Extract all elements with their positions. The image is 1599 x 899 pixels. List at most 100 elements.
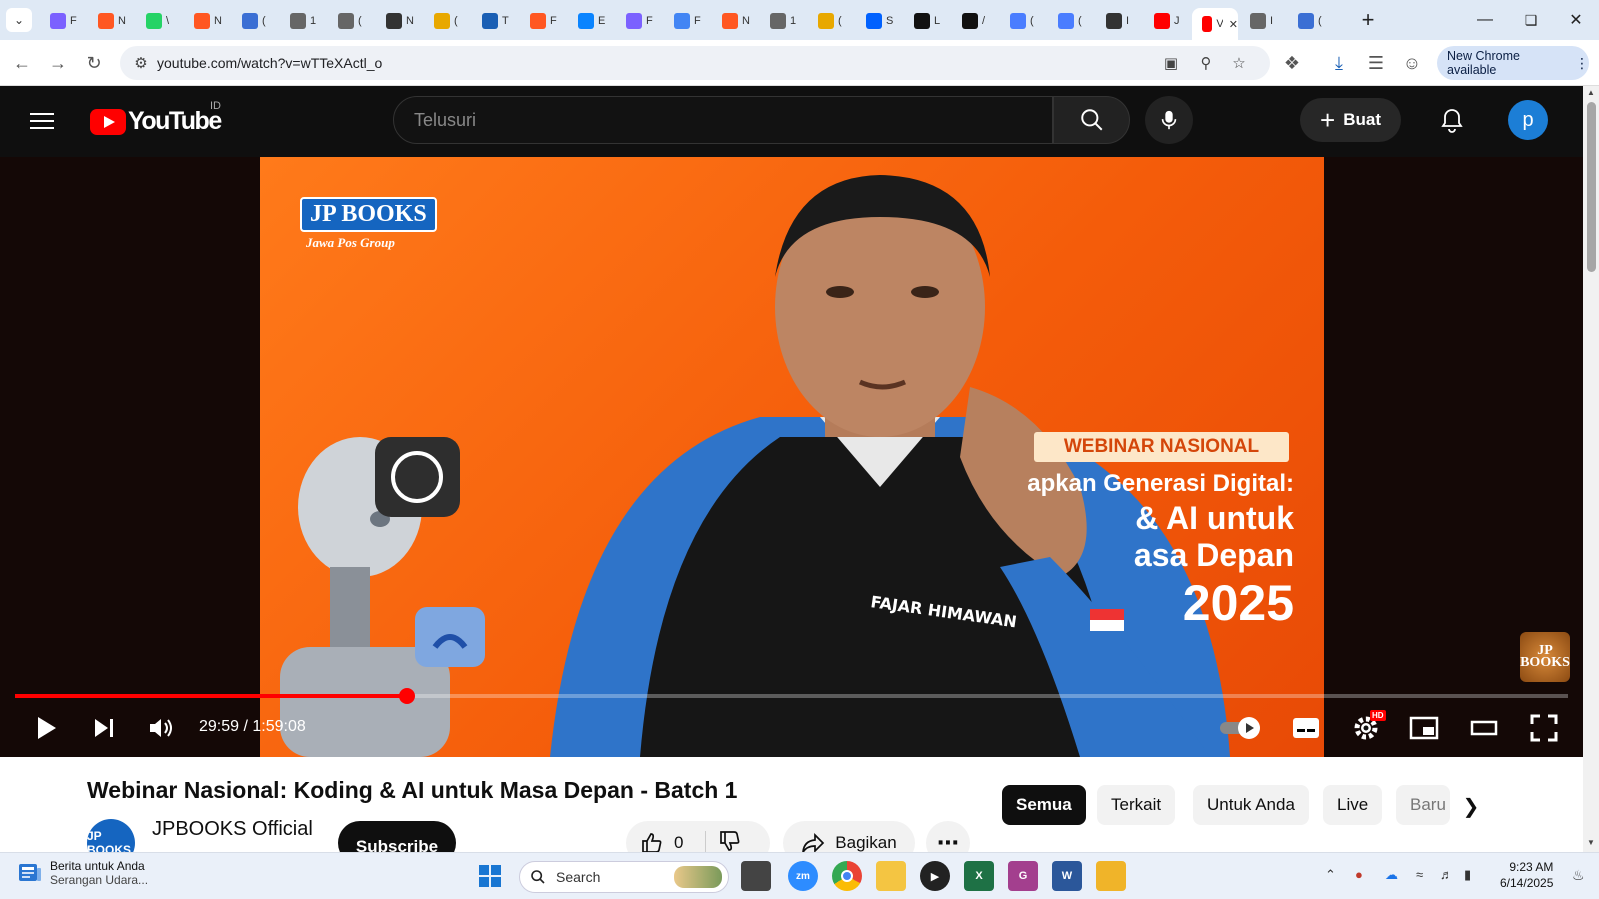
minimize-button[interactable]: — [1462, 0, 1508, 40]
create-button[interactable]: + Buat [1300, 98, 1401, 142]
close-window-button[interactable]: ✕ [1553, 0, 1599, 40]
file-explorer-icon[interactable] [876, 861, 906, 891]
search-button[interactable] [1053, 96, 1130, 144]
notification-bell-icon[interactable]: ♨ [1572, 867, 1585, 884]
task-view-icon[interactable] [741, 861, 771, 891]
browser-tab[interactable]: \ [136, 8, 182, 34]
pdf-app-icon[interactable]: G [1008, 861, 1038, 891]
scrubber-handle[interactable] [399, 688, 416, 704]
onedrive-icon[interactable]: ☁ [1385, 867, 1398, 883]
security-alert-icon[interactable]: ● [1355, 867, 1363, 882]
chip-baru[interactable]: Baru [1396, 785, 1450, 825]
fullscreen-button[interactable] [1526, 710, 1562, 746]
media-player-icon[interactable]: ▶ [920, 861, 950, 891]
browser-tab[interactable]: I [1240, 8, 1286, 34]
browser-tab[interactable]: I [1096, 8, 1142, 34]
address-bar[interactable]: ⚙ youtube.com/watch?v=wTTeXActl_o ▣ ⚲ ☆ [120, 46, 1270, 80]
scroll-up-arrow-icon[interactable]: ▲ [1587, 88, 1595, 97]
scroll-down-arrow-icon[interactable]: ▼ [1587, 838, 1595, 847]
reload-button[interactable]: ↻ [80, 49, 108, 77]
media-control-icon[interactable]: ☰ [1362, 49, 1390, 77]
settings-button[interactable]: HD [1346, 710, 1386, 746]
autoplay-toggle[interactable] [1218, 710, 1266, 746]
profile-icon[interactable]: ☺ [1398, 49, 1426, 77]
browser-tab[interactable]: F [520, 8, 566, 34]
browser-tab[interactable]: T [472, 8, 518, 34]
browser-tab[interactable]: ( [1000, 8, 1046, 34]
download-icon[interactable]: ⤓ [1325, 49, 1353, 77]
scrollbar-thumb[interactable] [1587, 102, 1596, 272]
search-input[interactable]: Telusuri [393, 96, 1053, 144]
chip-semua[interactable]: Semua [1002, 785, 1086, 825]
browser-tab[interactable]: ( [424, 8, 470, 34]
forward-button[interactable]: → [44, 49, 72, 77]
browser-tab[interactable]: S [856, 8, 902, 34]
browser-tab[interactable]: V ✕ [1192, 8, 1238, 40]
browser-tab[interactable]: / [952, 8, 998, 34]
wifi-icon[interactable]: ≈ [1416, 867, 1423, 882]
tab-search-dropdown[interactable]: ⌄ [6, 8, 32, 32]
next-button[interactable] [86, 710, 122, 746]
voice-search-button[interactable] [1145, 96, 1193, 144]
maximize-button[interactable]: ❏ [1508, 0, 1554, 40]
browser-tab[interactable]: L [904, 8, 950, 34]
zoom-app-icon[interactable]: zm [788, 861, 818, 891]
account-avatar[interactable]: p [1508, 100, 1548, 140]
video-frame[interactable]: JP BOOKS Jawa Pos Group FAJAR HIMAWAN WE… [260, 157, 1324, 757]
excel-app-icon[interactable]: X [964, 861, 994, 891]
volume-tray-icon[interactable]: ♬ [1440, 867, 1453, 882]
browser-tab[interactable]: F [664, 8, 710, 34]
browser-tab[interactable]: 1 [760, 8, 806, 34]
video-player[interactable]: JP BOOKS Jawa Pos Group FAJAR HIMAWAN WE… [0, 157, 1583, 757]
news-widget[interactable]: Berita untuk Anda Serangan Udara... [18, 859, 148, 887]
miniplayer-button[interactable] [1406, 710, 1442, 746]
browser-tab[interactable]: ( [232, 8, 278, 34]
new-chrome-available-button[interactable]: New Chrome available ⋮ [1437, 46, 1589, 80]
tray-overflow-icon[interactable]: ⌃ [1325, 867, 1336, 883]
install-app-icon[interactable]: ▣ [1160, 52, 1182, 74]
chip-live[interactable]: Live [1323, 785, 1383, 825]
notifications-bell-icon[interactable] [1437, 106, 1467, 136]
notes-app-icon[interactable] [1096, 861, 1126, 891]
chevron-right-icon[interactable]: ❯ [1456, 791, 1486, 821]
browser-tab[interactable]: F [616, 8, 662, 34]
windows-start-icon[interactable] [478, 864, 502, 888]
progress-bar[interactable] [15, 688, 1568, 704]
channel-watermark[interactable]: JP BOOKS [1520, 632, 1570, 682]
close-tab-icon[interactable]: ✕ [1229, 18, 1238, 31]
channel-name[interactable]: JPBOOKS Official [152, 818, 313, 841]
browser-tab[interactable]: ( [808, 8, 854, 34]
url-text[interactable]: youtube.com/watch?v=wTTeXActl_o [157, 55, 382, 71]
browser-tab[interactable]: ( [1288, 8, 1334, 34]
page-scrollbar[interactable]: ▲ ▼ [1583, 86, 1599, 852]
zoom-icon[interactable]: ⚲ [1195, 52, 1217, 74]
play-button[interactable] [28, 710, 64, 746]
bookmark-star-icon[interactable]: ☆ [1228, 52, 1250, 74]
youtube-logo[interactable]: YouTube [90, 107, 222, 136]
chip-untuk-anda[interactable]: Untuk Anda [1193, 785, 1309, 825]
chrome-app-icon[interactable] [832, 861, 862, 891]
browser-tab[interactable]: J [1144, 8, 1190, 34]
site-info-icon[interactable]: ⚙ [130, 52, 152, 74]
browser-tab[interactable]: ( [1048, 8, 1094, 34]
browser-tab[interactable]: N [712, 8, 758, 34]
theater-mode-button[interactable] [1466, 710, 1502, 746]
browser-tab[interactable]: F [40, 8, 86, 34]
battery-icon[interactable]: ▮ [1464, 867, 1471, 883]
browser-tab[interactable]: 1 [280, 8, 326, 34]
new-tab-button[interactable]: + [1345, 0, 1391, 40]
back-button[interactable]: ← [8, 49, 36, 77]
extensions-icon[interactable]: ❖ [1278, 49, 1306, 77]
browser-tab[interactable]: N [184, 8, 230, 34]
browser-tab[interactable]: E [568, 8, 614, 34]
browser-tab[interactable]: N [88, 8, 134, 34]
hamburger-menu-icon[interactable] [30, 108, 56, 134]
system-clock[interactable]: 9:23 AM 6/14/2025 [1500, 859, 1553, 891]
chip-terkait[interactable]: Terkait [1097, 785, 1176, 825]
taskbar-search[interactable]: Search [519, 861, 729, 893]
subtitles-button[interactable] [1288, 710, 1324, 746]
browser-tab[interactable]: N [376, 8, 422, 34]
word-app-icon[interactable]: W [1052, 861, 1082, 891]
volume-button[interactable] [143, 710, 179, 746]
browser-tab[interactable]: ( [328, 8, 374, 34]
